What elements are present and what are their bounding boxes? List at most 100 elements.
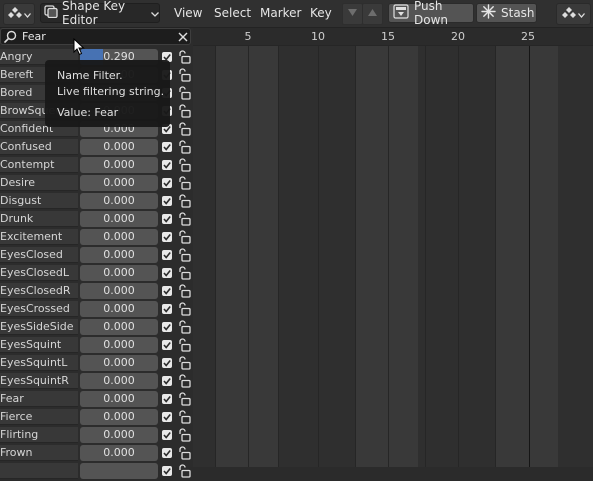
shape-key-value-slider[interactable]: 0.000 [80,265,158,281]
frame-label: 15 [381,30,395,43]
shape-key-row[interactable]: EyesSquint 0.000 [0,336,193,354]
menu-key[interactable]: Key [306,3,336,23]
shape-key-value-slider[interactable]: 0.000 [80,175,158,191]
shape-key-value-slider[interactable]: 0.000 [80,391,158,407]
shape-key-value-slider[interactable]: 0.000 [80,247,158,263]
shape-key-row[interactable]: EyesSideSide 0.000 [0,318,193,336]
unlock-icon[interactable] [177,392,191,409]
shape-key-row[interactable]: Excitement 0.000 [0,228,193,246]
shape-key-row[interactable]: Confused 0.000 [0,138,193,156]
shape-key-value-slider[interactable]: 0.000 [80,427,158,443]
shape-key-row[interactable]: Fierce 0.000 [0,408,193,426]
unlock-icon[interactable] [177,338,191,355]
mute-checkbox[interactable] [162,160,172,170]
name-filter-field[interactable]: Fear [0,28,191,45]
mute-checkbox[interactable] [162,304,172,314]
mute-checkbox[interactable] [162,412,172,422]
shape-key-value-slider[interactable]: 0.000 [80,373,158,389]
push-down-icon [393,4,409,22]
shape-key-row[interactable]: Contempt 0.000 [0,156,193,174]
shape-key-value-slider[interactable]: 0.000 [80,319,158,335]
shape-key-value-slider[interactable]: 0.000 [80,157,158,173]
mute-checkbox[interactable] [162,430,172,440]
shape-key-value-slider[interactable]: 0.000 [80,337,158,353]
unlock-icon[interactable] [177,428,191,445]
mute-checkbox[interactable] [162,232,172,242]
shape-key-row[interactable] [0,462,193,480]
unlock-icon[interactable] [177,68,191,85]
unlock-icon[interactable] [177,374,191,391]
unlock-icon[interactable] [177,446,191,463]
mute-checkbox[interactable] [162,448,172,458]
unlock-icon[interactable] [177,176,191,193]
unlock-icon[interactable] [177,194,191,211]
mute-checkbox[interactable] [162,358,172,368]
unlock-icon[interactable] [177,284,191,301]
shape-key-row[interactable]: Drunk 0.000 [0,210,193,228]
move-up-button[interactable] [362,3,383,25]
shape-key-value-slider[interactable]: 0.000 [80,211,158,227]
unlock-icon[interactable] [177,230,191,247]
shape-key-row[interactable]: EyesClosed 0.000 [0,246,193,264]
shape-key-value-slider[interactable]: 0.000 [80,283,158,299]
shape-key-row[interactable]: Flirting 0.000 [0,426,193,444]
grid-line [458,46,459,467]
unlock-icon[interactable] [177,50,191,67]
shape-key-row[interactable]: EyesClosedR 0.000 [0,282,193,300]
mute-checkbox[interactable] [162,178,172,188]
mute-checkbox[interactable] [162,196,172,206]
editor-type-selector[interactable] [3,3,35,25]
unlock-icon[interactable] [177,320,191,337]
menu-select[interactable]: Select [210,3,255,23]
unlock-icon[interactable] [177,122,191,139]
stash-button[interactable]: Stash [476,3,537,23]
mute-checkbox[interactable] [162,322,172,332]
timeline-area[interactable]: 5 10 15 20 25 [193,28,593,467]
menu-marker[interactable]: Marker [256,3,305,23]
unlock-icon[interactable] [177,266,191,283]
shape-key-row[interactable]: Desire 0.000 [0,174,193,192]
unlock-icon[interactable] [177,410,191,427]
shape-key-row[interactable]: Fear 0.000 [0,390,193,408]
mode-selector[interactable]: Shape Key Editor [40,0,160,27]
shape-key-value-slider[interactable]: 0.000 [80,301,158,317]
shape-key-row[interactable]: EyesSquintL 0.000 [0,354,193,372]
shape-key-value-slider[interactable]: 0.000 [80,409,158,425]
unlock-icon[interactable] [177,140,191,157]
unlock-icon[interactable] [177,212,191,229]
unlock-icon[interactable] [177,356,191,373]
mute-checkbox[interactable] [162,466,172,476]
unlock-icon[interactable] [177,248,191,265]
close-icon[interactable] [178,29,188,45]
mute-checkbox[interactable] [162,250,172,260]
mute-checkbox[interactable] [162,394,172,404]
mute-checkbox[interactable] [162,340,172,350]
shape-key-row[interactable]: EyesCrossed 0.000 [0,300,193,318]
shape-key-value-slider[interactable]: 0.000 [80,355,158,371]
unlock-icon[interactable] [177,158,191,175]
mute-checkbox[interactable] [162,376,172,386]
shape-key-row[interactable]: Frown 0.000 [0,444,193,462]
unlock-icon[interactable] [177,302,191,319]
name-filter-value: Fear [22,30,46,43]
mute-checkbox[interactable] [162,214,172,224]
unlock-icon[interactable] [177,104,191,121]
push-down-button[interactable]: Push Down [388,0,474,27]
shape-key-row[interactable]: Disgust 0.000 [0,192,193,210]
shape-key-value-slider[interactable]: 0.000 [80,445,158,461]
mute-checkbox[interactable] [162,286,172,296]
unlock-icon[interactable] [177,86,191,103]
shape-key-value-slider[interactable]: 0.000 [80,229,158,245]
shape-key-value-slider[interactable]: 0.000 [80,193,158,209]
shape-key-row[interactable]: EyesClosedL 0.000 [0,264,193,282]
frame-ruler[interactable]: 5 10 15 20 25 [193,28,593,46]
shape-key-value-slider[interactable]: 0.000 [80,139,158,155]
editor-type-selector-right[interactable] [556,3,591,25]
mute-checkbox[interactable] [162,268,172,278]
menu-view[interactable]: View [170,3,206,23]
move-down-button[interactable] [342,3,363,25]
shape-key-value-slider[interactable] [80,463,158,479]
shape-key-row[interactable]: EyesSquintR 0.000 [0,372,193,390]
header-bar: Shape Key Editor View Select Marker Key … [0,0,593,28]
mute-checkbox[interactable] [162,142,172,152]
